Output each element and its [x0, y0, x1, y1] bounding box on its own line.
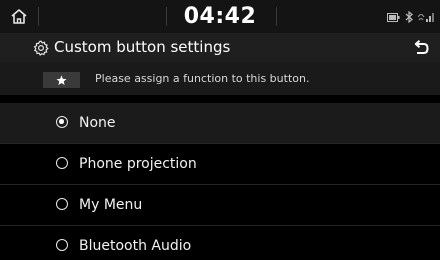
- radio-button-selected[interactable]: [56, 116, 68, 128]
- back-arrow-icon[interactable]: [412, 39, 430, 57]
- clock: 04:42: [183, 4, 257, 29]
- option-phone-projection[interactable]: Phone projection: [0, 144, 440, 185]
- home-button[interactable]: [0, 0, 38, 33]
- page-title: Custom button settings: [54, 38, 231, 56]
- home-icon: [11, 9, 27, 24]
- option-label: None: [79, 115, 116, 131]
- option-bluetooth-audio[interactable]: Bluetooth Audio: [0, 226, 440, 260]
- option-label: My Menu: [79, 197, 143, 213]
- gear-icon: [33, 40, 49, 56]
- signal-icon: [418, 12, 434, 22]
- hint-row: Please assign a function to this button.: [0, 62, 440, 95]
- status-icons: [387, 9, 436, 25]
- title-bar: Custom button settings: [0, 33, 440, 62]
- hint-text: Please assign a function to this button.: [95, 72, 310, 85]
- radio-dot: [59, 119, 64, 124]
- options-list: None Phone projection My Menu Bluetooth …: [0, 103, 440, 260]
- radio-button[interactable]: [56, 157, 68, 169]
- radio-button[interactable]: [56, 198, 68, 210]
- battery-icon: [387, 12, 400, 22]
- screen: 04:42 Custom button settings Please assi…: [0, 0, 440, 260]
- status-bar: 04:42: [0, 0, 440, 33]
- option-my-menu[interactable]: My Menu: [0, 185, 440, 226]
- radio-button[interactable]: [56, 239, 68, 251]
- option-none[interactable]: None: [0, 103, 440, 144]
- bluetooth-icon: [405, 11, 413, 23]
- status-divider: [38, 7, 39, 26]
- star-icon: [56, 75, 67, 85]
- option-label: Phone projection: [79, 156, 197, 172]
- option-label: Bluetooth Audio: [79, 238, 192, 254]
- status-divider: [276, 7, 277, 26]
- star-badge: [43, 72, 80, 88]
